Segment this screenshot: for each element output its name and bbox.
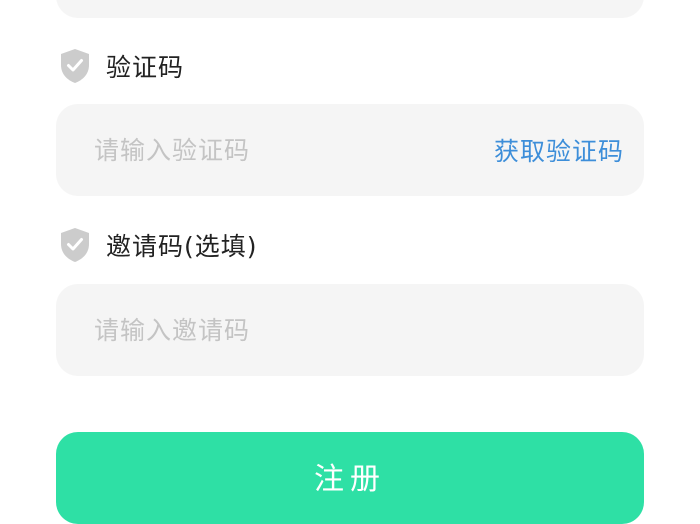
verify-code-input[interactable] xyxy=(94,104,474,196)
verify-code-label-row: 验证码 xyxy=(58,46,184,86)
invite-code-input[interactable] xyxy=(94,284,594,376)
invite-code-label-row: 邀请码(选填) xyxy=(58,225,258,265)
get-code-button[interactable]: 获取验证码 xyxy=(494,104,624,196)
invite-code-field xyxy=(56,284,644,376)
previous-input-field[interactable] xyxy=(56,0,644,18)
register-button[interactable]: 注册 xyxy=(56,432,644,524)
verify-code-label: 验证码 xyxy=(106,53,185,82)
shield-check-icon xyxy=(61,49,89,83)
verify-code-field: 获取验证码 xyxy=(56,104,644,196)
invite-code-label: 邀请码(选填) xyxy=(106,232,258,261)
shield-check-icon xyxy=(61,228,89,262)
